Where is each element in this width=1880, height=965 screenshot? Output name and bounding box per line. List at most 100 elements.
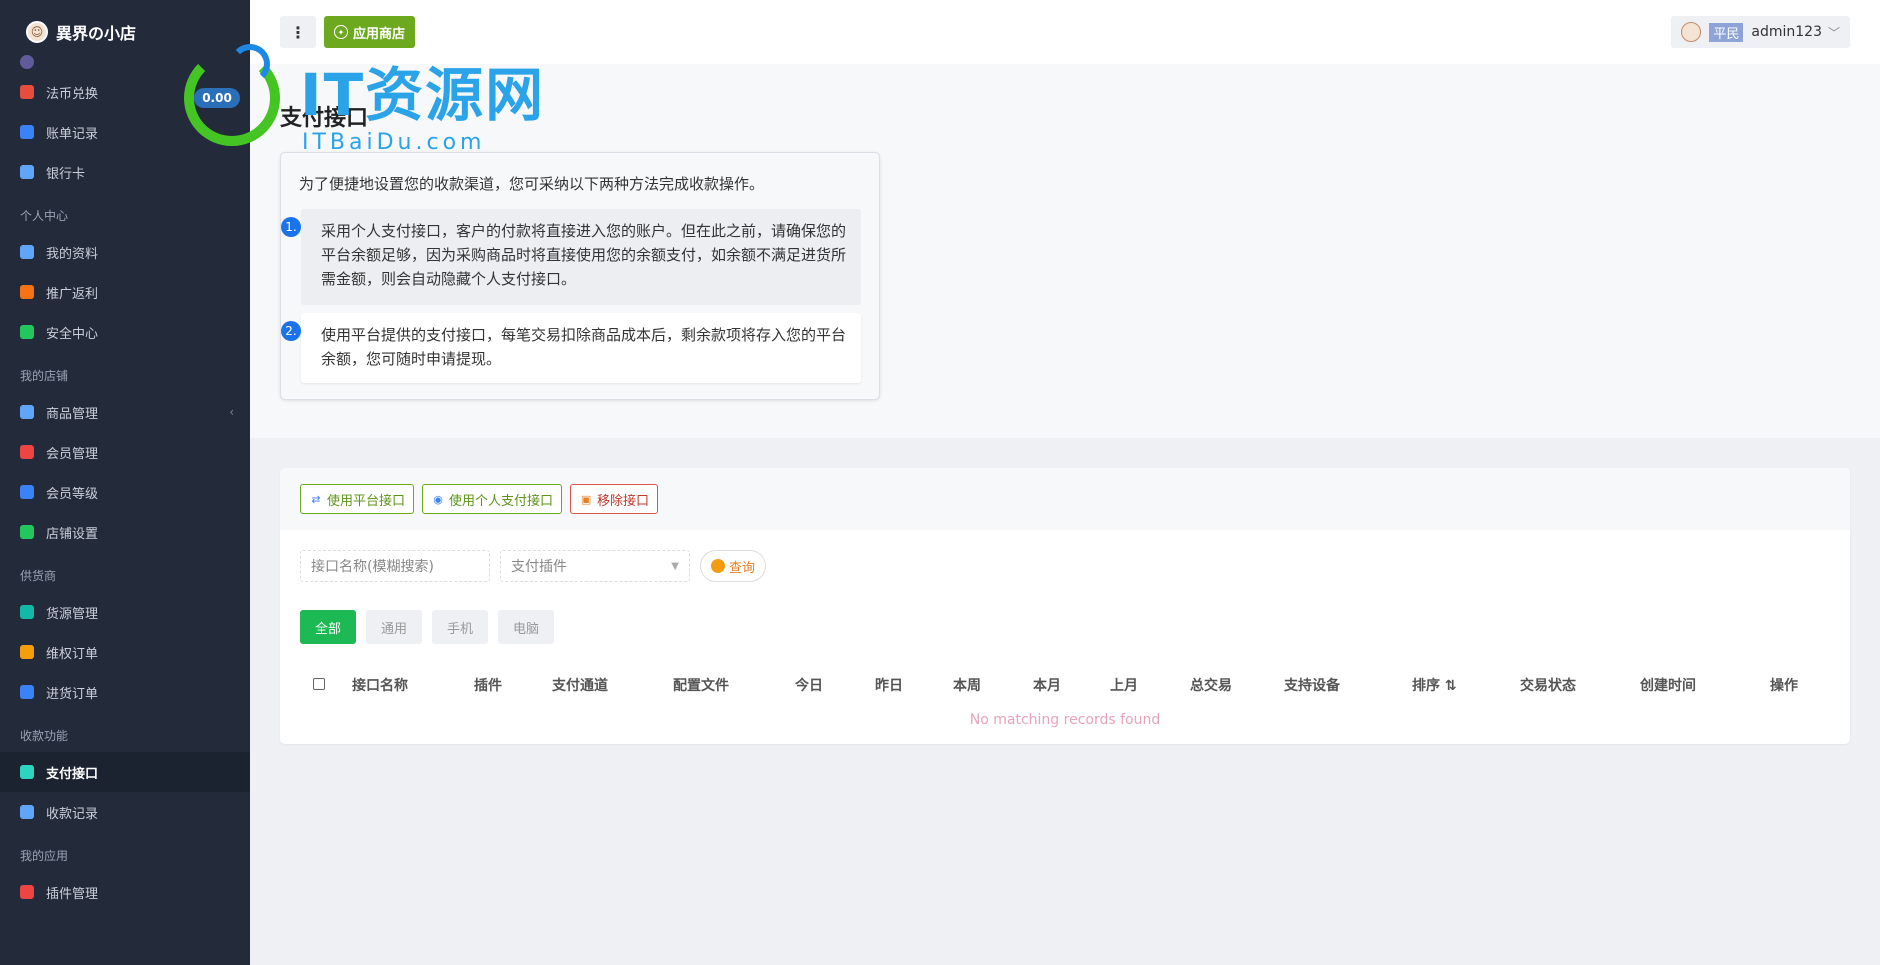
sidebar-item[interactable]: 货源管理 xyxy=(0,592,250,632)
user-role-badge: 平民 xyxy=(1709,22,1744,42)
brand-title: 異界の小店 xyxy=(56,24,137,43)
trash-icon: ▣ xyxy=(580,492,592,506)
paper-plane-icon xyxy=(20,285,34,299)
sidebar-item[interactable]: 会员管理 xyxy=(0,432,250,472)
sidebar-group-label: 供货商 xyxy=(20,569,57,583)
select-all-checkbox[interactable] xyxy=(313,678,325,690)
app-store-button[interactable]: ✦ 应用商店 xyxy=(324,16,416,48)
column-header: 操作 xyxy=(1770,678,1798,694)
partial-icon xyxy=(20,55,34,69)
sidebar-item[interactable]: 插件管理 xyxy=(0,872,250,912)
app-store-icon: ✦ xyxy=(334,25,348,39)
store-settings-icon xyxy=(20,525,34,539)
sidebar-item-label: 支付接口 xyxy=(46,766,99,782)
query-button[interactable]: 查询 xyxy=(700,550,767,582)
sidebar-item[interactable]: 收款记录 xyxy=(0,792,250,832)
shield-icon xyxy=(20,325,34,339)
use-platform-interface-button[interactable]: ⇄ 使用平台接口 xyxy=(300,484,415,514)
sidebar-item[interactable]: 我的资料 xyxy=(0,232,250,272)
sidebar-item[interactable]: 银行卡 xyxy=(0,152,250,192)
sidebar-item-label: 推广返利 xyxy=(46,286,99,302)
select-placeholder: 支付插件 xyxy=(511,559,567,575)
column-header[interactable]: 排序 ⇅ xyxy=(1412,675,1457,695)
chevron-left-icon: ‹ xyxy=(229,405,234,419)
column-header: 总交易 xyxy=(1190,678,1232,694)
sidebar-item-label: 店铺设置 xyxy=(46,526,99,542)
intro-text: 为了便捷地设置您的收款渠道，您可采纳以下两种方法完成收款操作。 xyxy=(299,175,765,193)
sidebar-item[interactable]: 会员等级 xyxy=(0,472,250,512)
use-personal-interface-button[interactable]: ◉ 使用个人支付接口 xyxy=(422,484,563,514)
sidebar-item-label: 法币兑换 xyxy=(46,86,99,102)
tab-device[interactable]: 通用 xyxy=(366,610,423,644)
sidebar-item[interactable]: 法币兑换 xyxy=(0,72,250,112)
supply-icon xyxy=(20,605,34,619)
app-store-label: 应用商店 xyxy=(353,26,406,42)
sidebar-item[interactable]: 商品管理 ‹ xyxy=(0,392,250,432)
puzzle-icon xyxy=(20,885,34,899)
search-icon xyxy=(711,559,725,573)
exchange-icon xyxy=(20,85,34,99)
payment-icon xyxy=(20,765,34,779)
sidebar-item[interactable]: 推广返利 xyxy=(0,272,250,312)
sidebar-item[interactable]: 支付接口 xyxy=(0,752,250,792)
column-header: 上月 xyxy=(1110,678,1138,694)
sidebar-group-label: 我的应用 xyxy=(20,849,69,863)
button-label: 移除接口 xyxy=(597,493,650,509)
payment-plugin-select[interactable]: 支付插件 ▼ xyxy=(500,550,690,582)
remove-interface-button[interactable]: ▣ 移除接口 xyxy=(570,484,659,514)
page-title: 支付接口 xyxy=(280,106,369,131)
username: admin123 xyxy=(1751,24,1822,40)
step-number: 1. xyxy=(281,217,301,237)
step-1: 1. 采用个人支付接口，客户的付款将直接进入您的账户。但在此之前，请确保您的平台… xyxy=(281,209,861,305)
diamond-icon xyxy=(20,485,34,499)
button-label: 查询 xyxy=(729,560,756,576)
device-tabs: 全部 通用 手机 电脑 xyxy=(300,610,564,644)
sidebar-item-label: 我的资料 xyxy=(46,246,99,262)
tab-device[interactable]: 电脑 xyxy=(498,610,555,644)
sidebar-group-label: 收款功能 xyxy=(20,729,69,743)
column-header: 支持设备 xyxy=(1284,678,1340,694)
interface-name-search-input[interactable]: 接口名称(模糊搜索) xyxy=(300,550,490,582)
more-menu-button[interactable]: ⋮ xyxy=(280,16,316,48)
column-header: 今日 xyxy=(795,678,823,694)
column-header: 昨日 xyxy=(875,678,903,694)
bank-card-icon xyxy=(20,165,34,179)
user-menu[interactable]: 平民 admin123 ﹀ xyxy=(1671,16,1850,48)
alert-icon xyxy=(20,645,34,659)
column-header: 配置文件 xyxy=(673,678,729,694)
search-row: 接口名称(模糊搜索) 支付插件 ▼ 查询 xyxy=(300,550,767,582)
sidebar: ☺ 異界の小店 法币兑换 账单记录 银行卡 个人中心 我的资料 推广返利 安全中心 我的店铺商… xyxy=(0,0,250,965)
sidebar-item-label: 账单记录 xyxy=(46,126,99,142)
column-header: 本月 xyxy=(1033,678,1061,694)
sidebar-item-label: 插件管理 xyxy=(46,886,99,902)
toolbar: ⇄ 使用平台接口 ◉ 使用个人支付接口 ▣ 移除接口 xyxy=(280,468,1850,530)
empty-state: No matching records found xyxy=(969,712,1161,728)
bill-icon xyxy=(20,125,34,139)
table-card: ⇄ 使用平台接口 ◉ 使用个人支付接口 ▣ 移除接口 接口名称(模糊搜索) 支付… xyxy=(280,468,1850,744)
sidebar-item-label: 会员等级 xyxy=(46,486,99,502)
sidebar-item[interactable]: 维权订单 xyxy=(0,632,250,672)
clipboard-icon xyxy=(20,685,34,699)
step-2: 2. 使用平台提供的支付接口，每笔交易扣除商品成本后，剩余款项将存入您的平台余额… xyxy=(281,313,861,383)
sidebar-item-label: 安全中心 xyxy=(46,326,99,342)
column-header: 接口名称 xyxy=(352,678,408,694)
tab-device[interactable]: 手机 xyxy=(432,610,489,644)
sidebar-item-partial[interactable] xyxy=(0,52,250,72)
sidebar-item-label: 进货订单 xyxy=(46,686,99,702)
sidebar-item-label: 商品管理 xyxy=(46,406,99,422)
sidebar-item[interactable]: 安全中心 xyxy=(0,312,250,352)
goods-icon xyxy=(20,405,34,419)
step-number: 2. xyxy=(281,321,301,341)
sidebar-item[interactable]: 店铺设置 xyxy=(0,512,250,552)
button-label: 使用个人支付接口 xyxy=(449,493,554,509)
member-icon xyxy=(20,445,34,459)
tab-device[interactable]: 全部 xyxy=(300,610,357,644)
sidebar-item-label: 银行卡 xyxy=(46,166,86,182)
sidebar-item-label: 维权订单 xyxy=(46,646,99,662)
column-header: 支付通道 xyxy=(552,678,608,694)
sidebar-item[interactable]: 进货订单 xyxy=(0,672,250,712)
sidebar-item[interactable]: 账单记录 xyxy=(0,112,250,152)
column-header: 插件 xyxy=(474,678,502,694)
avatar xyxy=(1681,22,1702,42)
column-header: 创建时间 xyxy=(1640,678,1696,694)
